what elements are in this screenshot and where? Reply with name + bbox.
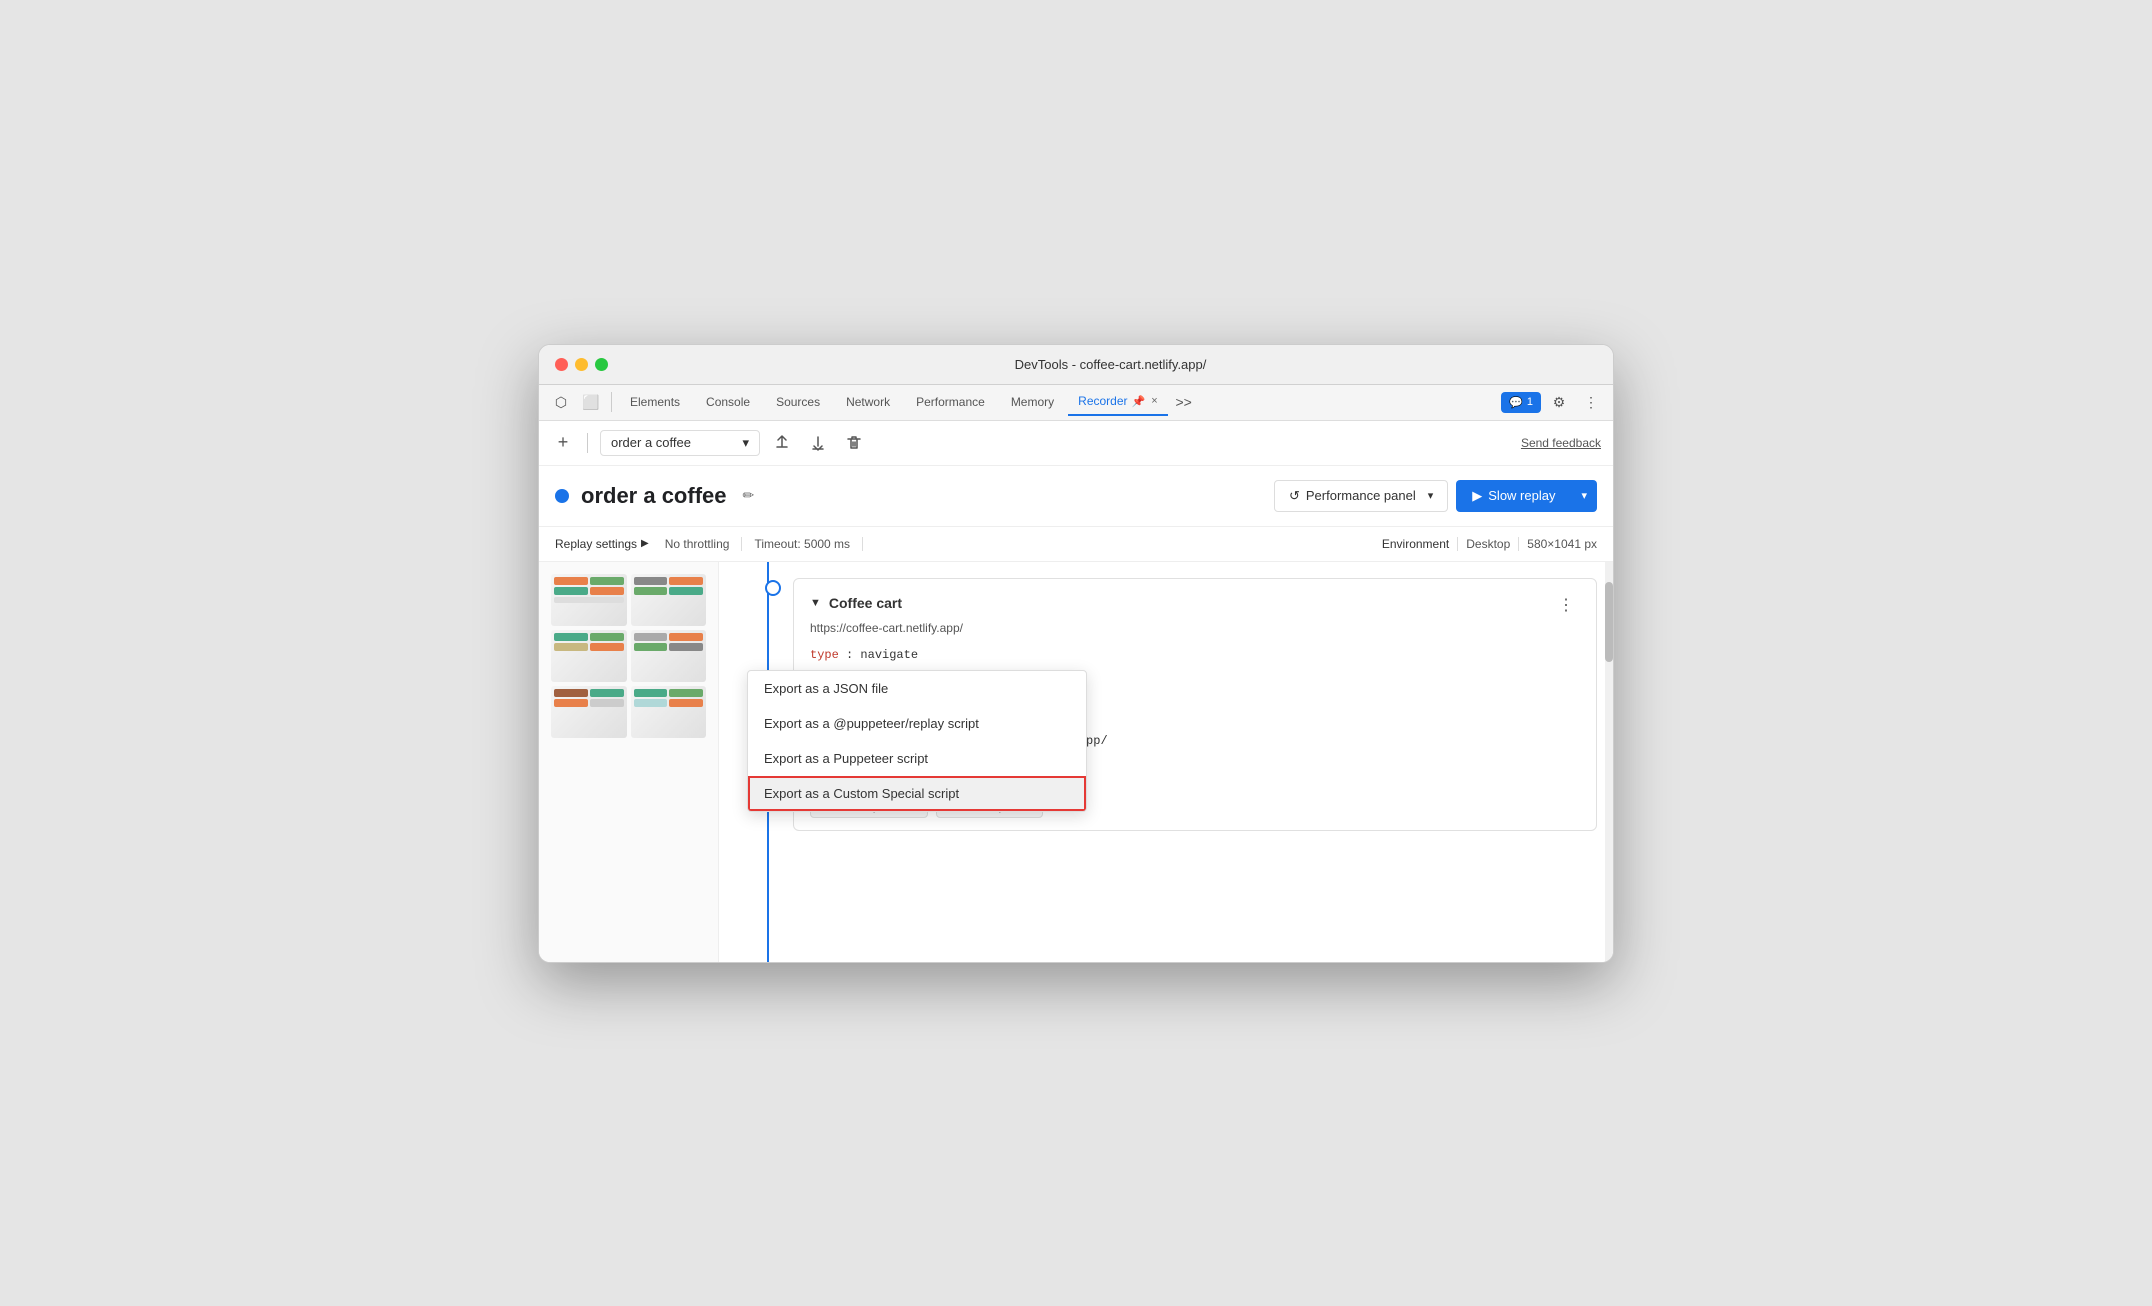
resolution-value: 580×1041 px	[1518, 537, 1597, 551]
more-options-icon[interactable]: ⋮	[1577, 388, 1605, 416]
throttling-value: No throttling	[665, 537, 743, 551]
tab-network[interactable]: Network	[834, 389, 902, 415]
export-puppeteer-item[interactable]: Export as a Puppeteer script	[748, 741, 1086, 776]
maximize-button[interactable]	[595, 358, 608, 371]
slow-replay-arrow-icon: ▾	[1581, 489, 1587, 502]
tab-performance[interactable]: Performance	[904, 389, 997, 415]
tab-separator	[611, 392, 612, 412]
upload-icon	[774, 435, 790, 451]
tab-memory[interactable]: Memory	[999, 389, 1066, 415]
settings-icon[interactable]: ⚙	[1545, 388, 1573, 416]
env-desktop-value: Desktop	[1457, 537, 1510, 551]
screenshot-thumb-3[interactable]	[551, 630, 627, 682]
code-line-type: type : navigate	[810, 645, 1580, 667]
screenshot-panel	[539, 562, 719, 962]
toolbar-separator	[587, 433, 588, 453]
screenshot-thumb-2[interactable]	[631, 574, 707, 626]
scrollbar-track	[1605, 562, 1613, 962]
download-icon	[810, 435, 826, 451]
slow-replay-main-button[interactable]: ▶ Slow replay	[1456, 480, 1571, 512]
screenshot-thumb-4[interactable]	[631, 630, 707, 682]
screenshot-thumb-5[interactable]	[551, 686, 627, 738]
feedback-icon: 💬	[1509, 396, 1523, 409]
replay-settings-label[interactable]: Replay settings ▶	[555, 537, 649, 551]
export-dropdown-menu: Export as a JSON file Export as a @puppe…	[747, 670, 1087, 812]
settings-arrow-icon: ▶	[641, 538, 649, 549]
tab-recorder[interactable]: Recorder 📌 ×	[1068, 388, 1168, 416]
close-button[interactable]	[555, 358, 568, 371]
screenshot-grid	[551, 574, 706, 738]
scrollbar-thumb[interactable]	[1605, 582, 1613, 662]
device-icon[interactable]: ⬜	[577, 388, 605, 416]
minimize-button[interactable]	[575, 358, 588, 371]
slow-replay-label: Slow replay	[1488, 488, 1555, 503]
perf-refresh-icon: ↺	[1289, 488, 1300, 504]
step-collapse-icon[interactable]: ▼	[810, 597, 821, 609]
export-json-item[interactable]: Export as a JSON file	[748, 671, 1086, 706]
tab-console[interactable]: Console	[694, 389, 762, 415]
recording-title: order a coffee	[581, 483, 727, 509]
timeout-value: Timeout: 5000 ms	[754, 537, 863, 551]
tab-sources[interactable]: Sources	[764, 389, 832, 415]
window-title: DevTools - coffee-cart.netlify.app/	[624, 357, 1597, 372]
step-more-options[interactable]: ⋮	[1552, 591, 1580, 619]
devtools-window: DevTools - coffee-cart.netlify.app/ ⬡ ⬜ …	[538, 344, 1614, 963]
recording-name-label: order a coffee	[611, 435, 691, 450]
step-name: Coffee cart	[829, 595, 902, 611]
badge-count: 1	[1527, 396, 1533, 408]
add-recording-button[interactable]: +	[551, 431, 575, 455]
recording-selector[interactable]: order a coffee ▾	[600, 430, 760, 456]
edit-recording-icon[interactable]: ✏	[743, 487, 755, 504]
export-puppeteer-replay-item[interactable]: Export as a @puppeteer/replay script	[748, 706, 1086, 741]
delete-button[interactable]	[840, 429, 868, 457]
screenshot-thumb-6[interactable]	[631, 686, 707, 738]
settings-bar: Replay settings ▶ No throttling Timeout:…	[539, 527, 1613, 562]
step-title: ▼ Coffee cart	[810, 595, 902, 611]
export-puppeteer-replay-label: Export as a @puppeteer/replay script	[764, 716, 979, 731]
header-actions: ↺ Performance panel ▾ ▶ Slow replay ▾	[1274, 480, 1597, 512]
recorder-toolbar: + order a coffee ▾ Send feedback	[539, 421, 1613, 466]
main-content: ▼ Coffee cart ⋮ https://coffee-cart.netl…	[539, 562, 1613, 962]
devtools-right-icons: 💬 1 ⚙ ⋮	[1501, 388, 1605, 416]
export-json-label: Export as a JSON file	[764, 681, 888, 696]
tab-elements[interactable]: Elements	[618, 389, 692, 415]
recording-dropdown-arrow: ▾	[742, 435, 749, 451]
screenshot-thumb-1[interactable]	[551, 574, 627, 626]
slow-replay-button[interactable]: ▶ Slow replay ▾	[1456, 480, 1597, 512]
recording-header: order a coffee ✏ ↺ Performance panel ▾ ▶…	[539, 466, 1613, 527]
tab-close-icon[interactable]: ×	[1151, 395, 1157, 407]
feedback-badge-button[interactable]: 💬 1	[1501, 392, 1541, 413]
step-url: https://coffee-cart.netlify.app/	[810, 621, 1580, 635]
slow-replay-dropdown-button[interactable]: ▾	[1571, 481, 1597, 510]
traffic-lights	[555, 358, 608, 371]
replay-settings-text: Replay settings	[555, 537, 637, 551]
more-tabs-icon[interactable]: >>	[1170, 388, 1198, 416]
environment-label: Environment	[1382, 537, 1449, 551]
download-button[interactable]	[804, 429, 832, 457]
type-key: type	[810, 648, 839, 662]
devtools-tabbar: ⬡ ⬜ Elements Console Sources Network Per…	[539, 385, 1613, 421]
performance-panel-button[interactable]: ↺ Performance panel ▾	[1274, 480, 1448, 512]
export-puppeteer-label: Export as a Puppeteer script	[764, 751, 928, 766]
titlebar: DevTools - coffee-cart.netlify.app/	[539, 345, 1613, 385]
pin-icon: 📌	[1132, 395, 1146, 408]
timeline-node	[765, 580, 781, 596]
perf-dropdown-arrow: ▾	[1428, 489, 1434, 502]
perf-panel-label: Performance panel	[1306, 488, 1416, 503]
recording-status-dot	[555, 489, 569, 503]
export-custom-special-item[interactable]: Export as a Custom Special script	[748, 776, 1086, 811]
type-val: : navigate	[846, 648, 918, 662]
send-feedback-link[interactable]: Send feedback	[1521, 436, 1601, 450]
play-icon: ▶	[1472, 488, 1482, 504]
upload-button[interactable]	[768, 429, 796, 457]
delete-icon	[846, 435, 862, 451]
tab-recorder-label: Recorder	[1078, 394, 1127, 408]
cursor-icon[interactable]: ⬡	[547, 388, 575, 416]
export-custom-special-label: Export as a Custom Special script	[764, 786, 959, 801]
